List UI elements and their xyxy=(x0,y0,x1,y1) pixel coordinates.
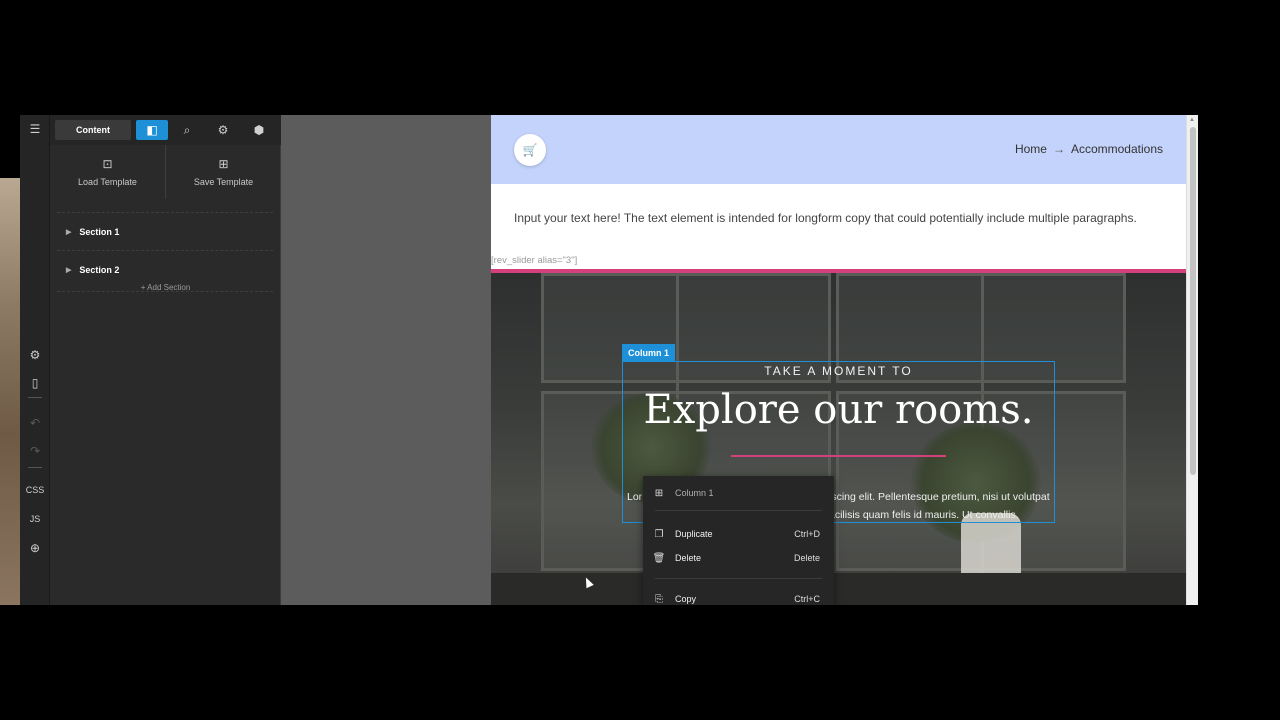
arrow-right-icon: → xyxy=(1052,142,1065,156)
section-item-1[interactable]: ▶ Section 1 xyxy=(66,225,119,239)
duplicate-icon: ❐ xyxy=(654,528,664,540)
page-preview: 🛒 Home → Accommodations Input your text … xyxy=(491,115,1186,605)
save-template-button[interactable]: ⊞ Save Template xyxy=(166,145,281,199)
hero-section[interactable]: Column 1 TAKE A MOMENT TO Explore our ro… xyxy=(491,273,1186,605)
window-sill xyxy=(491,573,1186,605)
rail-divider xyxy=(28,467,42,468)
layout-icon: ◧ xyxy=(146,123,158,137)
panel-tabs: Content ◧ ⌕ ⚙ ⬢ xyxy=(50,115,281,145)
hero-headline: Explore our rooms. xyxy=(643,387,1034,433)
menu-item-label: Delete xyxy=(675,553,702,563)
menu-item-shortcut: Ctrl+C xyxy=(794,594,820,604)
redo-icon[interactable]: ↷ xyxy=(20,441,50,461)
undo-icon[interactable]: ↶ xyxy=(20,413,50,433)
context-menu: ⊞ Column 1 ❐ Duplicate Ctrl+D 🗑 Delete D… xyxy=(643,476,834,605)
breadcrumb: Home → Accommodations xyxy=(1015,142,1163,156)
builder-panel: Content ◧ ⌕ ⚙ ⬢ ⊡ Load Template ⊞ Save T… xyxy=(50,115,281,605)
section-label: Section 2 xyxy=(79,265,120,275)
page-scrollbar[interactable]: ▲ xyxy=(1186,115,1198,605)
hero-body-line-1: iscing elit. Pellentesque pretium, nisi … xyxy=(829,491,1050,503)
trash-icon: 🗑 xyxy=(652,552,666,564)
section-label: Section 1 xyxy=(79,227,120,237)
background-image-sliver xyxy=(0,178,20,605)
hexagon-icon[interactable]: ⬢ xyxy=(249,120,269,140)
site-header: 🛒 Home → Accommodations xyxy=(491,115,1186,184)
menu-divider xyxy=(655,578,822,579)
load-template-button[interactable]: ⊡ Load Template xyxy=(50,145,165,199)
column-icon: ⊞ xyxy=(654,487,664,499)
scrollbar-thumb[interactable] xyxy=(1190,127,1196,475)
tab-content[interactable]: Content xyxy=(55,120,131,140)
divider xyxy=(57,212,273,213)
menu-item-duplicate[interactable]: ❐ Duplicate Ctrl+D xyxy=(643,524,834,544)
menu-item-copy[interactable]: ⎘ Copy Ctrl+C xyxy=(643,589,834,605)
screen: ☰ ⚙ ▯ ↶ ↷ CSS JS ⊕ Content ◧ ⌕ ⚙ ⬢ ⊡ Loa… xyxy=(0,0,1280,720)
divider xyxy=(57,250,273,251)
css-button[interactable]: CSS xyxy=(20,480,50,500)
menu-item-shortcut: Ctrl+D xyxy=(794,529,820,539)
menu-item-label: Duplicate xyxy=(675,529,713,539)
column-tag[interactable]: Column 1 xyxy=(622,344,676,361)
menu-item-label: Copy xyxy=(675,594,697,604)
cube-settings-icon[interactable]: ⚙ xyxy=(20,345,50,365)
left-icon-rail: ☰ ⚙ ▯ ↶ ↷ CSS JS ⊕ xyxy=(20,115,50,605)
cart-icon: 🛒 xyxy=(522,143,538,157)
js-button[interactable]: JS xyxy=(20,509,50,529)
canvas-background xyxy=(281,115,491,605)
breadcrumb-home[interactable]: Home xyxy=(1015,142,1047,156)
rail-divider xyxy=(28,397,42,398)
gear-icon[interactable]: ⚙ xyxy=(213,120,233,140)
load-template-icon: ⊡ xyxy=(102,157,113,171)
caret-right-icon: ▶ xyxy=(66,229,72,236)
breadcrumb-current[interactable]: Accommodations xyxy=(1071,142,1163,156)
gamepad-icon[interactable]: ⊕ xyxy=(20,538,50,558)
search-icon[interactable]: ⌕ xyxy=(177,120,197,140)
save-template-label: Save Template xyxy=(193,177,254,187)
rev-slider-shortcode: [rev_slider alias="3"] xyxy=(491,255,578,266)
save-template-icon: ⊞ xyxy=(218,157,229,171)
text-element[interactable]: Input your text here! The text element i… xyxy=(514,211,1137,225)
hero-body-fragment: Lor xyxy=(627,491,643,503)
section-item-2[interactable]: ▶ Section 2 xyxy=(66,263,119,277)
headline-accent-line xyxy=(731,455,946,457)
menu-item-delete[interactable]: 🗑 Delete Delete xyxy=(643,548,834,568)
scroll-up-icon[interactable]: ▲ xyxy=(1189,117,1195,123)
context-menu-header: ⊞ Column 1 xyxy=(643,483,834,503)
mobile-preview-icon[interactable]: ▯ xyxy=(20,373,50,393)
caret-right-icon: ▶ xyxy=(66,267,72,274)
menu-divider xyxy=(655,510,822,511)
hero-kicker: TAKE A MOMENT TO xyxy=(764,364,913,378)
cart-button[interactable]: 🛒 xyxy=(514,134,546,166)
context-menu-title: Column 1 xyxy=(675,488,714,498)
load-template-label: Load Template xyxy=(78,177,137,187)
tab-layout[interactable]: ◧ xyxy=(136,120,168,140)
copy-icon: ⎘ xyxy=(655,593,663,605)
hero-body-line-2: acilisis quam felis id mauris. Ut conval… xyxy=(829,509,1019,521)
hamburger-menu-icon[interactable]: ☰ xyxy=(20,119,50,139)
menu-item-shortcut: Delete xyxy=(793,553,820,563)
divider xyxy=(57,291,273,292)
